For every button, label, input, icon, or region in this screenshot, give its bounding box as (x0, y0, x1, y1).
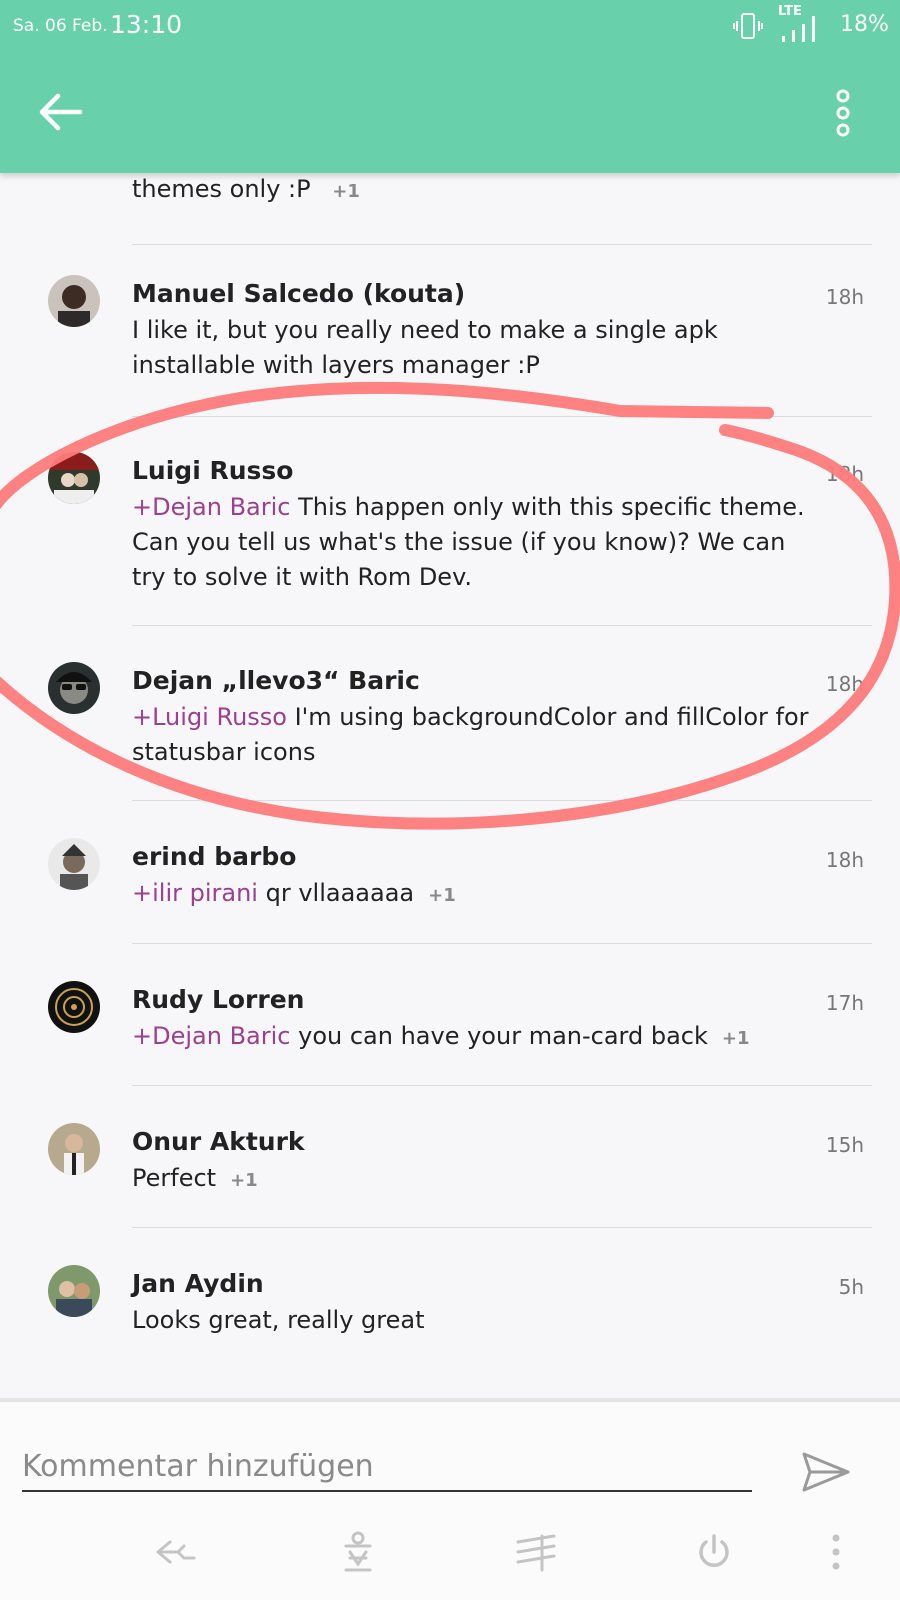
mention-link[interactable]: +Luigi Russo (132, 703, 287, 731)
vibrate-icon (733, 11, 763, 45)
comment-author[interactable]: Luigi Russo (132, 456, 293, 485)
comment-time: 5h (838, 1275, 864, 1299)
list-item: Manuel Salcedo (kouta) 18h I like it, bu… (0, 273, 900, 443)
comment-author[interactable]: Dejan „llevo3“ Baric (132, 666, 420, 695)
avatar[interactable] (48, 275, 100, 327)
recents-nav-icon[interactable] (514, 1530, 558, 1574)
comment-text: +ilir pirani qr vllaaaaaa +1 (132, 879, 456, 907)
arrow-left-icon[interactable] (38, 92, 84, 132)
comment-text: +Dejan Baric This happen only with this … (132, 493, 805, 591)
divider (132, 1085, 872, 1086)
plus-one-button[interactable]: +1 (332, 181, 360, 202)
comment-author[interactable]: Onur Akturk (132, 1127, 305, 1156)
signal-icon (780, 14, 822, 48)
comment-input[interactable] (22, 1442, 752, 1492)
divider (132, 943, 872, 944)
avatar[interactable] (48, 838, 100, 890)
plus-one-button[interactable]: +1 (428, 885, 456, 906)
system-nav-bar (0, 1500, 900, 1600)
status-bar: Sa. 06 Feb. 13:10 LTE 18% (0, 0, 900, 52)
list-item: Jan Aydin 5h Looks great, really great (0, 1263, 900, 1373)
comment-author[interactable]: Manuel Salcedo (kouta) (132, 279, 465, 308)
power-icon[interactable] (692, 1530, 736, 1574)
mention-link[interactable]: +Dejan Baric (132, 493, 290, 521)
list-item: Onur Akturk 15h Perfect +1 (0, 1121, 900, 1231)
comment-author[interactable]: erind barbo (132, 842, 296, 871)
send-icon[interactable] (800, 1450, 852, 1494)
list-item: Luigi Russo 18h +Dejan Baric This happen… (0, 450, 900, 650)
divider (132, 625, 872, 626)
list-item: themes only :P +1 (132, 173, 872, 245)
comment-text: Perfect +1 (132, 1164, 258, 1192)
avatar[interactable] (48, 1123, 100, 1175)
status-date: Sa. 06 Feb. (13, 16, 108, 36)
avatar[interactable] (48, 662, 100, 714)
mention-link[interactable]: +Dejan Baric (132, 1022, 290, 1050)
comment-time: 17h (825, 991, 864, 1015)
comment-author[interactable]: Jan Aydin (132, 1269, 264, 1298)
back-nav-icon[interactable] (154, 1530, 198, 1574)
comment-author[interactable]: Rudy Lorren (132, 985, 304, 1014)
battery-level: 18% (840, 12, 889, 37)
status-time: 13:10 (110, 10, 183, 39)
comment-text: themes only :P (132, 175, 311, 203)
comment-list[interactable]: themes only :P +1 Manuel Salcedo (kouta)… (0, 173, 900, 1398)
list-item: Dejan „llevo3“ Baric 18h +Luigi Russo I'… (0, 660, 900, 810)
comment-text: I like it, but you really need to make a… (132, 316, 718, 379)
more-vertical-icon[interactable] (830, 88, 856, 140)
comment-time: 18h (825, 848, 864, 872)
more-vertical-nav-icon[interactable] (826, 1530, 846, 1574)
comment-time: 18h (825, 462, 864, 486)
comment-text: +Dejan Baric you can have your man-card … (132, 1022, 750, 1050)
avatar[interactable] (48, 1265, 100, 1317)
comment-text: Looks great, really great (132, 1306, 425, 1334)
comment-time: 18h (825, 672, 864, 696)
divider (132, 416, 872, 417)
home-nav-icon[interactable] (336, 1530, 380, 1574)
app-header: Sa. 06 Feb. 13:10 LTE 18% (0, 0, 900, 173)
avatar[interactable] (48, 981, 100, 1033)
list-item: Rudy Lorren 17h +Dejan Baric you can hav… (0, 979, 900, 1089)
comment-time: 15h (825, 1133, 864, 1157)
divider (132, 1227, 872, 1228)
plus-one-button[interactable]: +1 (230, 1170, 258, 1191)
list-item: erind barbo 18h +ilir pirani qr vllaaaaa… (0, 836, 900, 946)
comment-text: +Luigi Russo I'm using backgroundColor a… (132, 703, 809, 766)
comment-time: 18h (825, 285, 864, 309)
mention-link[interactable]: +ilir pirani (132, 879, 258, 907)
plus-one-button[interactable]: +1 (722, 1028, 750, 1049)
avatar[interactable] (48, 452, 100, 504)
divider (132, 800, 872, 801)
